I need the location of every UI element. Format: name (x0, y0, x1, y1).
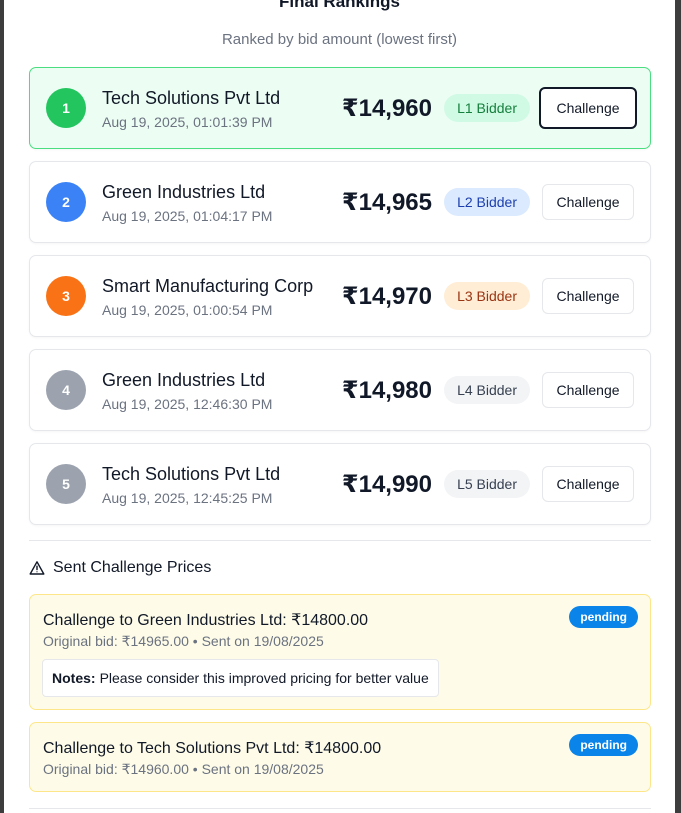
challenge-button[interactable]: Challenge (542, 278, 634, 314)
modal-title: Final Rankings (279, 0, 400, 11)
bid-timestamp: Aug 19, 2025, 12:46:30 PM (102, 396, 273, 412)
bid-timestamp: Aug 19, 2025, 01:01:39 PM (102, 114, 273, 130)
rank-number-badge: 3 (46, 276, 86, 316)
bid-amount: ₹14,970 (341, 283, 432, 310)
status-badge: pending (569, 734, 638, 756)
challenge-notes: Notes: Please consider this improved pri… (42, 659, 439, 697)
notes-label: Notes: (52, 670, 96, 686)
rank-number-badge: 2 (46, 182, 86, 222)
rank-number-badge: 1 (46, 88, 86, 128)
challenge-card: Challenge to Green Industries Ltd: ₹1480… (29, 594, 651, 710)
bid-amount: ₹14,990 (341, 471, 432, 498)
bidder-name: Tech Solutions Pvt Ltd (102, 464, 281, 484)
bidder-name: Tech Solutions Pvt Ltd (102, 88, 281, 108)
ranking-card: 5 Tech Solutions Pvt Ltd Aug 19, 2025, 1… (29, 443, 651, 525)
challenge-details: Original bid: ₹14965.00 • Sent on 19/08/… (43, 633, 324, 649)
rank-number-badge: 4 (46, 370, 86, 410)
section-divider (29, 808, 651, 809)
bid-timestamp: Aug 19, 2025, 01:00:54 PM (102, 302, 273, 318)
bidder-level-badge: L1 Bidder (444, 94, 530, 122)
challenge-button[interactable]: Challenge (542, 184, 634, 220)
bidder-name: Green Industries Ltd (102, 370, 266, 390)
bid-timestamp: Aug 19, 2025, 01:04:17 PM (102, 208, 273, 224)
rank-number-badge: 5 (46, 464, 86, 504)
bidder-level-badge: L3 Bidder (444, 282, 530, 310)
bid-amount: ₹14,980 (341, 377, 432, 404)
ranking-card: 3 Smart Manufacturing Corp Aug 19, 2025,… (29, 255, 651, 337)
ranking-card: 1 Tech Solutions Pvt Ltd Aug 19, 2025, 0… (29, 67, 651, 149)
warning-triangle-icon (29, 560, 45, 576)
sent-challenges-heading: Sent Challenge Prices (29, 559, 211, 577)
challenge-title: Challenge to Green Industries Ltd: ₹1480… (43, 612, 369, 629)
challenge-button[interactable]: Challenge (542, 372, 634, 408)
bid-amount: ₹14,960 (341, 95, 432, 122)
modal-subtitle: Ranked by bid amount (lowest first) (221, 31, 458, 48)
challenge-card: Challenge to Tech Solutions Pvt Ltd: ₹14… (29, 722, 651, 792)
section-heading-label: Sent Challenge Prices (53, 559, 212, 576)
bidder-level-badge: L4 Bidder (444, 376, 530, 404)
bidder-name: Smart Manufacturing Corp (102, 276, 314, 296)
notes-text: Please consider this improved pricing fo… (99, 670, 429, 686)
final-rankings-modal: Final Rankings Ranked by bid amount (low… (4, 0, 675, 813)
challenge-button[interactable]: Challenge (539, 87, 637, 129)
bidder-name: Green Industries Ltd (102, 182, 266, 202)
section-divider (29, 540, 651, 541)
status-badge: pending (569, 606, 638, 628)
ranking-card: 4 Green Industries Ltd Aug 19, 2025, 12:… (29, 349, 651, 431)
rankings-list: 1 Tech Solutions Pvt Ltd Aug 19, 2025, 0… (29, 67, 651, 537)
bidder-level-badge: L5 Bidder (444, 470, 530, 498)
challenge-title: Challenge to Tech Solutions Pvt Ltd: ₹14… (43, 740, 382, 757)
ranking-card: 2 Green Industries Ltd Aug 19, 2025, 01:… (29, 161, 651, 243)
challenge-button[interactable]: Challenge (542, 466, 634, 502)
bid-timestamp: Aug 19, 2025, 12:45:25 PM (102, 490, 273, 506)
bid-amount: ₹14,965 (341, 189, 432, 216)
challenge-details: Original bid: ₹14960.00 • Sent on 19/08/… (43, 761, 324, 777)
backdrop-overlay-right (675, 0, 681, 813)
bidder-level-badge: L2 Bidder (444, 188, 530, 216)
